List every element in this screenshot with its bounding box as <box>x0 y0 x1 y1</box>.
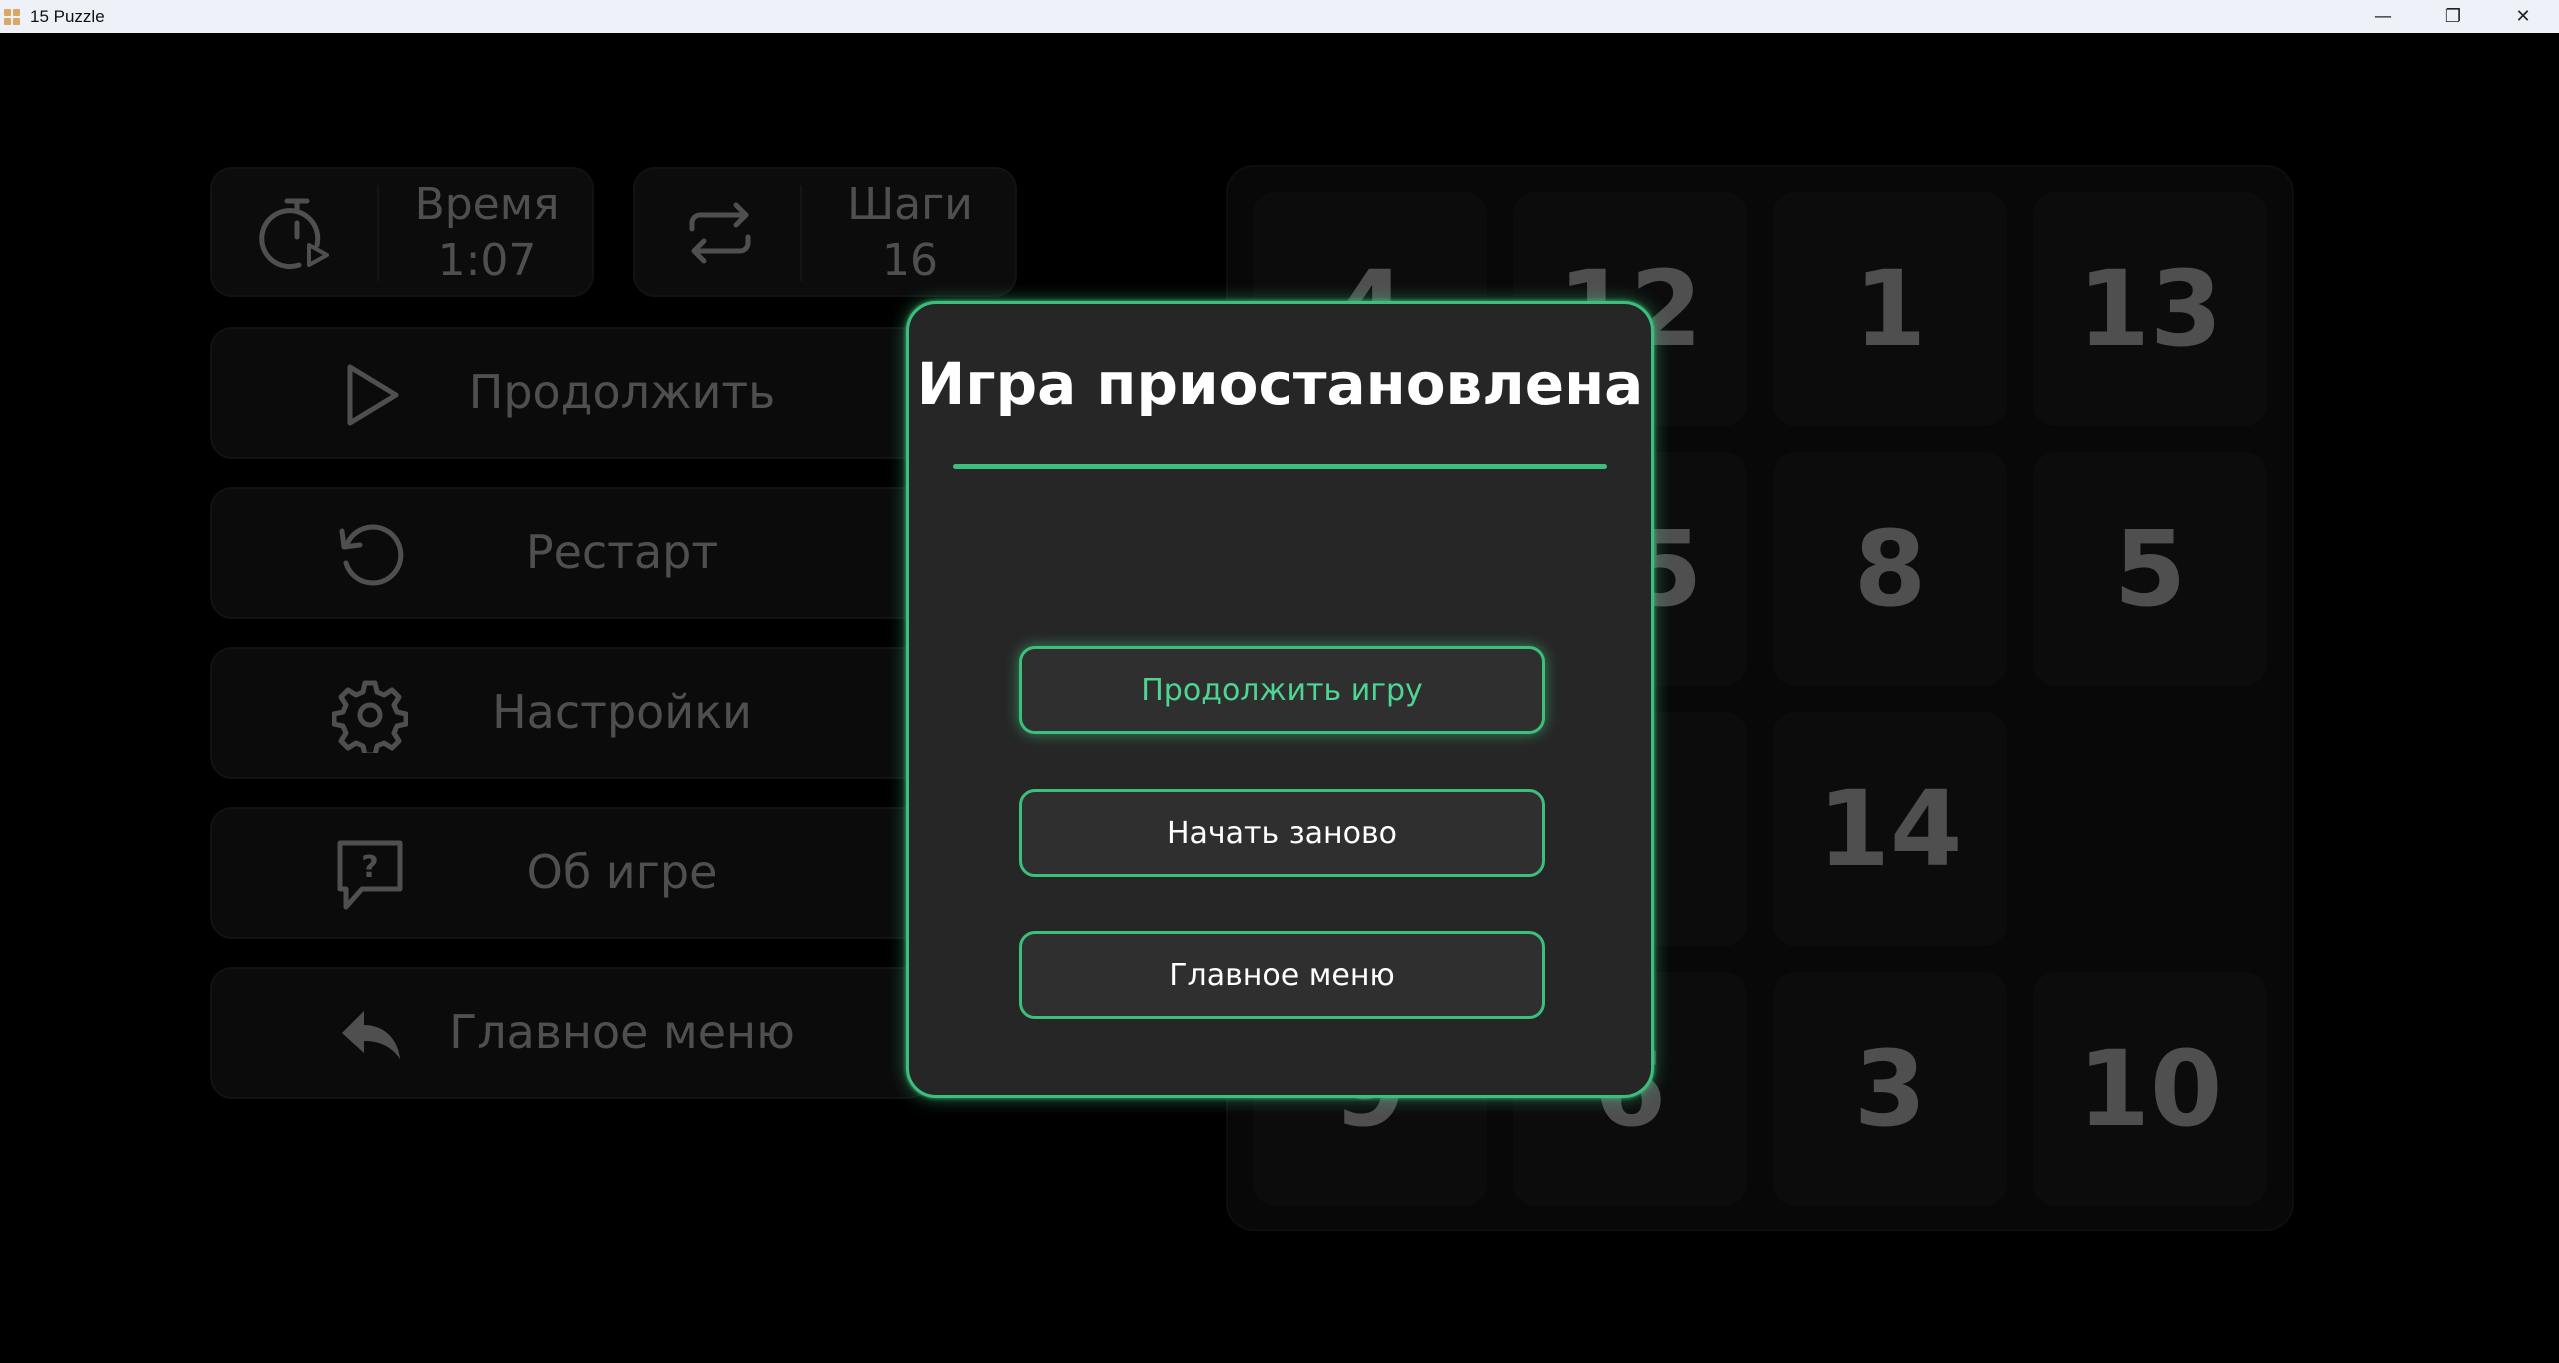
stat-divider <box>800 185 802 281</box>
puzzle-tile[interactable]: 5 <box>2030 449 2270 689</box>
sidebar-settings-button[interactable]: Настройки <box>210 647 930 779</box>
sidebar-item-label: Продолжить <box>468 365 776 419</box>
resume-game-button[interactable]: Продолжить игру <box>1019 646 1545 734</box>
time-label: Время <box>414 179 560 230</box>
puzzle-tile[interactable]: 3 <box>1770 969 2010 1209</box>
stat-divider <box>377 185 379 281</box>
dialog-divider <box>953 464 1607 469</box>
back-arrow-icon <box>342 1011 400 1059</box>
svg-text:?: ? <box>361 850 378 885</box>
puzzle-tile[interactable]: 10 <box>2030 969 2270 1209</box>
time-card: Время 1:07 <box>210 167 594 297</box>
steps-value: 16 <box>882 235 938 286</box>
puzzle-tile[interactable]: 1 <box>1770 189 2010 429</box>
stopwatch-icon <box>259 198 329 270</box>
dialog-title: Игра приостановлена <box>916 350 1644 418</box>
app-icon <box>4 9 20 25</box>
puzzle-tile[interactable]: 14 <box>1770 709 2010 949</box>
pause-dialog: Игра приостановлена Продолжить игру Нача… <box>906 301 1654 1098</box>
window-title: 15 Puzzle <box>30 7 105 26</box>
sidebar-item-label: Рестарт <box>525 525 719 579</box>
close-button[interactable]: ✕ <box>2488 0 2558 33</box>
restart-icon <box>339 524 404 586</box>
play-icon <box>347 364 399 426</box>
sidebar-item-label: Настройки <box>492 685 752 739</box>
sidebar-continue-button[interactable]: Продолжить <box>210 327 930 459</box>
maximize-button[interactable]: ❐ <box>2418 0 2488 33</box>
help-icon: ? <box>337 840 403 910</box>
minimize-button[interactable]: — <box>2348 0 2418 33</box>
puzzle-tile[interactable]: 8 <box>1770 449 2010 689</box>
sidebar-restart-button[interactable]: Рестарт <box>210 487 930 619</box>
steps-label: Шаги <box>847 179 973 230</box>
main-menu-button[interactable]: Главное меню <box>1019 931 1545 1019</box>
puzzle-tile[interactable]: 13 <box>2030 189 2270 429</box>
gear-icon <box>332 680 408 753</box>
sidebar-item-label: Об игре <box>526 845 718 899</box>
restart-game-button[interactable]: Начать заново <box>1019 789 1545 877</box>
window-titlebar: 15 Puzzle — ❐ ✕ <box>0 0 2559 33</box>
steps-card: Шаги 16 <box>633 167 1017 297</box>
sidebar-about-button[interactable]: ? Об игре <box>210 807 930 939</box>
game-screen: Время 1:07 Шаги 16 Продолжить Рестарт На… <box>0 33 2559 1363</box>
sidebar-main-menu-button[interactable]: Главное меню <box>210 967 930 1099</box>
time-value: 1:07 <box>437 235 537 286</box>
repeat-icon <box>689 202 751 264</box>
sidebar-item-label: Главное меню <box>449 1005 795 1059</box>
